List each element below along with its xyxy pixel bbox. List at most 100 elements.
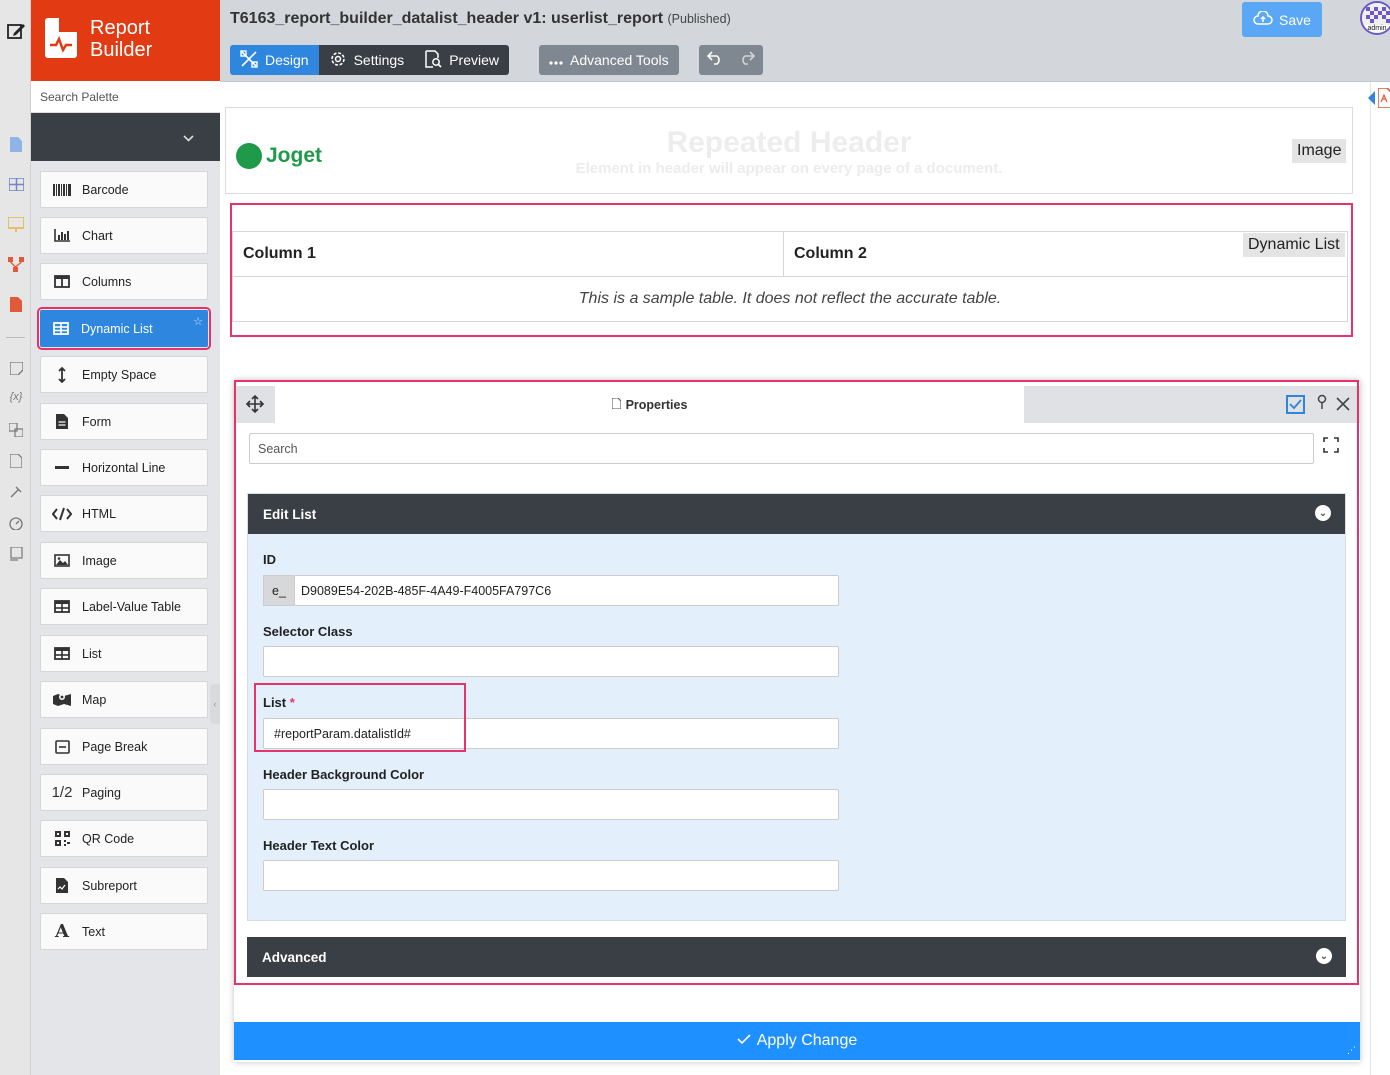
advanced-tools-button[interactable]: Advanced Tools bbox=[539, 45, 679, 75]
palette-item-paging[interactable]: 1/2 Paging bbox=[40, 774, 208, 811]
palette-item-label: Label-Value Table bbox=[82, 599, 181, 614]
avatar[interactable]: admin bbox=[1360, 1, 1390, 35]
palette-item-page-break[interactable]: Page Break bbox=[40, 728, 208, 765]
palette-item-label: Form bbox=[82, 414, 112, 429]
palette-item-label: Barcode bbox=[82, 182, 129, 197]
report-builder-logo-icon bbox=[45, 18, 77, 58]
qr-code-icon bbox=[52, 831, 72, 846]
palette-item-map[interactable]: Map bbox=[40, 681, 208, 718]
palette-item-horizontal-line[interactable]: Horizontal Line bbox=[40, 449, 208, 486]
star-icon[interactable]: ☆ bbox=[193, 315, 203, 328]
palette-item-chart[interactable]: Chart bbox=[40, 217, 208, 254]
tab-design[interactable]: Design bbox=[230, 45, 319, 75]
palette-item-barcode[interactable]: Barcode bbox=[40, 171, 208, 208]
palette-item-dynamic-list[interactable]: Dynamic List ☆ bbox=[37, 307, 211, 350]
palette-item-qr-code[interactable]: QR Code bbox=[40, 820, 208, 857]
palette-item-image[interactable]: Image bbox=[40, 542, 208, 579]
properties-panel: Properties Edit List ⌄ ID e_ Selector Cl… bbox=[234, 380, 1360, 1062]
chevron-down-icon: ⌄ bbox=[1315, 505, 1331, 521]
caret-left-icon[interactable] bbox=[1368, 91, 1376, 110]
palette-item-label: Page Break bbox=[82, 739, 148, 754]
dynamic-list-element[interactable]: Column 1 Column 2 This is a sample table… bbox=[230, 203, 1353, 337]
list-field[interactable] bbox=[263, 718, 839, 749]
table-row: This is a sample table. It does not refl… bbox=[232, 276, 1348, 322]
tab-preview[interactable]: Preview bbox=[414, 45, 509, 75]
save-button-label: Save bbox=[1279, 11, 1311, 28]
image-icon bbox=[52, 554, 72, 567]
script-icon[interactable] bbox=[6, 544, 26, 564]
divider bbox=[6, 337, 25, 338]
left-icon-strip: {x} bbox=[0, 0, 31, 1075]
ellipsis-icon bbox=[549, 52, 563, 68]
properties-search-input[interactable] bbox=[249, 433, 1314, 464]
palette-item-form[interactable]: Form bbox=[40, 403, 208, 440]
pin-icon[interactable] bbox=[1316, 394, 1328, 414]
apply-change-button[interactable]: Apply Change ⋰ bbox=[234, 1022, 1360, 1060]
palette-search-input[interactable] bbox=[31, 81, 220, 113]
palette-item-text[interactable]: A Text bbox=[40, 913, 208, 950]
expand-icon[interactable] bbox=[1323, 437, 1339, 458]
repeated-header-section[interactable]: Joget Repeated Header Element in header … bbox=[225, 107, 1353, 194]
sidebar-collapse-handle[interactable]: ‹ bbox=[210, 684, 220, 724]
chevron-down-icon: ⌄ bbox=[1316, 948, 1332, 964]
header-bg-color-field[interactable] bbox=[263, 789, 839, 820]
palette-item-subreport[interactable]: Subreport bbox=[40, 867, 208, 904]
palette-item-label: Horizontal Line bbox=[82, 460, 166, 475]
redo-button[interactable] bbox=[731, 45, 763, 75]
variable-icon[interactable]: {x} bbox=[6, 387, 26, 407]
edit-list-header[interactable]: Edit List ⌄ bbox=[248, 494, 1345, 534]
apply-change-label: Apply Change bbox=[756, 1032, 858, 1049]
fraction-icon: 1/2 bbox=[51, 784, 73, 801]
pdf-icon[interactable] bbox=[6, 294, 26, 314]
palette-item-label: QR Code bbox=[82, 831, 135, 846]
palette-item-label-value-table[interactable]: Label-Value Table bbox=[40, 588, 208, 625]
sample-table: Column 1 Column 2 This is a sample table… bbox=[232, 231, 1348, 322]
minus-icon bbox=[52, 465, 72, 470]
palette-item-columns[interactable]: Columns bbox=[40, 263, 208, 300]
move-icon[interactable] bbox=[245, 394, 265, 418]
selector-class-field[interactable] bbox=[263, 646, 839, 677]
dynamic-list-element-tag[interactable]: Dynamic List bbox=[1243, 233, 1345, 257]
grid-icon[interactable] bbox=[6, 174, 26, 194]
note-icon[interactable] bbox=[6, 358, 26, 378]
palette-item-list[interactable]: List bbox=[40, 635, 208, 672]
plug-icon[interactable] bbox=[6, 482, 26, 502]
translate-icon[interactable] bbox=[6, 420, 26, 440]
save-button[interactable]: Save bbox=[1242, 2, 1322, 37]
palette-item-label: Chart bbox=[82, 228, 113, 243]
file-icon[interactable] bbox=[6, 451, 26, 471]
tab-settings[interactable]: Settings bbox=[318, 45, 415, 75]
palette-category-select[interactable] bbox=[31, 113, 220, 161]
flow-icon[interactable] bbox=[6, 254, 26, 274]
close-icon[interactable] bbox=[1336, 392, 1350, 417]
pdf-icon[interactable] bbox=[1377, 87, 1390, 113]
palette-item-label: Image bbox=[82, 553, 117, 568]
palette-item-empty-space[interactable]: Empty Space bbox=[40, 356, 208, 393]
advanced-section: Advanced ⌄ bbox=[247, 937, 1346, 977]
tab-design-label: Design bbox=[265, 52, 309, 68]
image-element-tag[interactable]: Image bbox=[1292, 139, 1347, 163]
tab-properties-label: Properties bbox=[625, 397, 688, 412]
edit-icon[interactable] bbox=[6, 21, 26, 41]
header-text-color-field[interactable] bbox=[263, 860, 839, 891]
palette-sidebar: Report Builder Barcode Chart Columns Dyn… bbox=[31, 0, 220, 1075]
tab-properties[interactable]: Properties bbox=[275, 386, 1024, 423]
table-icon bbox=[52, 647, 72, 660]
checkbox-ok-icon[interactable] bbox=[1286, 395, 1305, 414]
table-icon bbox=[51, 322, 71, 335]
repeated-header-title: Repeated Header bbox=[666, 126, 912, 159]
palette-item-html[interactable]: HTML bbox=[40, 495, 208, 532]
columns-icon bbox=[52, 275, 72, 288]
undo-button[interactable] bbox=[699, 45, 731, 75]
gauge-icon[interactable] bbox=[6, 513, 26, 533]
palette-item-label: Paging bbox=[82, 785, 121, 800]
resize-grip-icon[interactable]: ⋰ bbox=[1347, 1045, 1356, 1056]
header-bg-color-label: Header Background Color bbox=[263, 767, 425, 782]
document-icon[interactable] bbox=[6, 134, 26, 154]
selector-class-label: Selector Class bbox=[263, 624, 353, 639]
palette-item-label: Subreport bbox=[82, 878, 137, 893]
preview-search-icon bbox=[424, 49, 442, 71]
advanced-header[interactable]: Advanced ⌄ bbox=[247, 937, 1346, 977]
id-field[interactable] bbox=[294, 575, 839, 606]
monitor-icon[interactable] bbox=[6, 214, 26, 234]
